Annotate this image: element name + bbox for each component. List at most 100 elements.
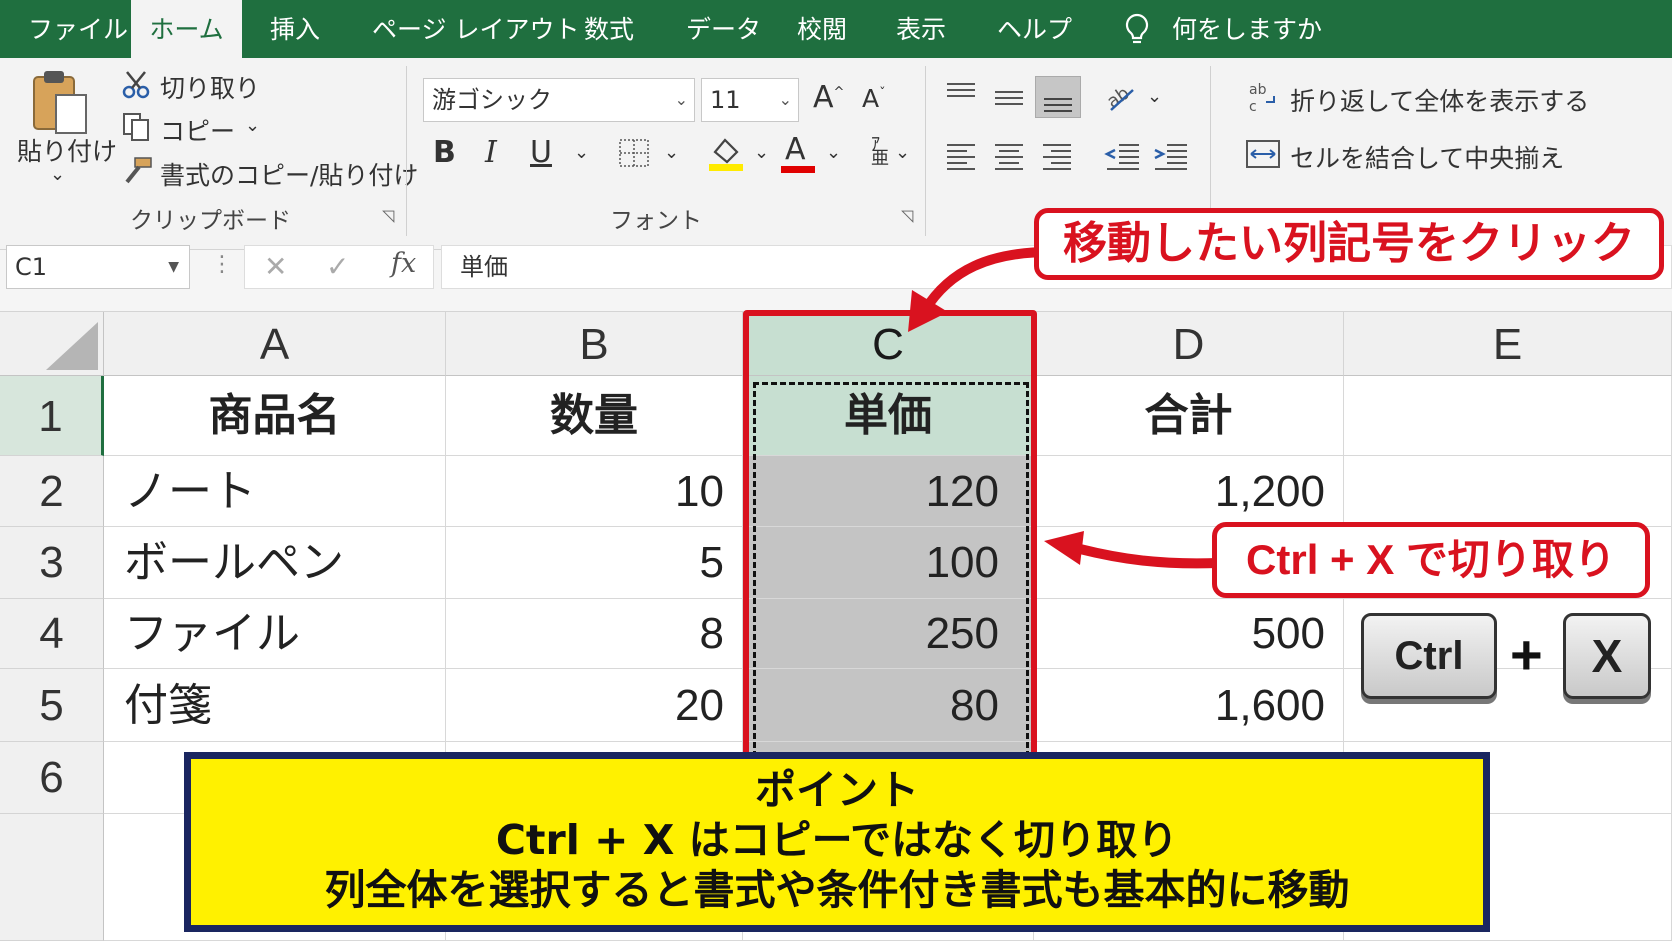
tab-view[interactable]: 表示 [896,0,946,58]
italic-icon[interactable]: I [485,135,497,170]
cell-b4[interactable]: 8 [446,599,743,669]
increase-indent-icon[interactable] [1151,142,1189,172]
font-name-value: 游ゴシック [432,86,552,114]
cut-button[interactable]: 切り取り [160,69,260,105]
cell-b5[interactable]: 20 [446,669,743,742]
column-header-a[interactable]: A [104,312,446,376]
tab-help[interactable]: ヘルプ [997,0,1072,58]
borders-icon[interactable] [618,138,650,168]
underline-dropdown-icon[interactable]: ⌄ [574,142,589,163]
row-header-4[interactable]: 4 [0,599,104,669]
copy-dropdown-chevron-icon[interactable]: ⌄ [245,115,260,136]
select-all-triangle-icon [46,322,98,370]
align-bottom-icon [1044,98,1072,112]
font-launcher-icon[interactable]: ◹ [901,206,913,225]
wrap-text-button[interactable]: 折り返して全体を表示する [1290,82,1589,118]
chevron-down-icon: ⌄ [778,90,792,109]
name-box[interactable]: C1 ▼ [6,245,190,289]
arrow-to-selection-icon [1044,531,1220,569]
align-top-icon[interactable] [943,82,979,106]
tab-page-layout[interactable]: ページ レイアウト [372,0,579,58]
underline-icon[interactable]: U [530,135,552,170]
decrease-indent-icon[interactable] [1103,142,1141,172]
group-divider [925,66,926,236]
cancel-icon[interactable]: ✕ [264,250,287,283]
cell-d2[interactable]: 1,200 [1034,456,1344,527]
column-header-e[interactable]: E [1344,312,1672,376]
row-header-6[interactable]: 6 [0,742,104,814]
fill-color-icon[interactable] [707,134,745,172]
cell-a3[interactable]: ボールペン [104,527,446,599]
cell-a1[interactable]: 商品名 [104,376,446,456]
borders-dropdown-icon[interactable]: ⌄ [664,142,679,163]
orientation-dropdown-icon[interactable]: ⌄ [1147,86,1162,107]
tab-home[interactable]: ホーム [131,0,242,58]
row-header-5[interactable]: 5 [0,669,104,742]
row-header-7[interactable] [0,814,104,941]
tab-insert[interactable]: 挿入 [270,0,320,58]
select-all-corner[interactable] [0,312,104,376]
point-note-box: ポイント Ctrl + X はコピーではなく切り取り 列全体を選択すると書式や条… [184,752,1490,932]
orientation-icon[interactable]: ab [1103,80,1139,114]
paste-dropdown-chevron-icon[interactable]: ⌄ [50,164,65,185]
align-bottom-button[interactable] [1035,76,1081,118]
row-header-1[interactable]: 1 [0,376,104,456]
formula-content: 単価 [460,253,508,281]
decrease-font-size-icon[interactable]: Aˇ [862,84,886,113]
font-color-dropdown-icon[interactable]: ⌄ [826,142,841,163]
svg-text:c: c [1249,99,1257,114]
increase-font-size-icon[interactable]: A^ [813,80,844,115]
align-left-icon[interactable] [943,142,979,172]
font-size-combobox[interactable]: 11 ⌄ [701,78,799,122]
row-header-3[interactable]: 3 [0,527,104,599]
more-options-icon[interactable]: ⋮ [211,252,233,277]
phonetic-guide-icon[interactable]: ｱ亜 [871,136,889,168]
insert-function-fx-icon[interactable]: fx [391,248,416,279]
cell-b2[interactable]: 10 [446,456,743,527]
clipboard-launcher-icon[interactable]: ◹ [382,206,394,225]
tell-me-search[interactable]: 何をしますか [1172,0,1322,58]
cell-b1[interactable]: 数量 [446,376,743,456]
enter-check-icon[interactable]: ✓ [326,250,349,283]
cell-a5[interactable]: 付箋 [104,669,446,742]
tab-file[interactable]: ファイル [28,0,128,58]
copy-button[interactable]: コピー [160,112,235,148]
cell-e2[interactable] [1344,456,1672,527]
format-painter-button[interactable]: 書式のコピー/貼り付け [160,156,418,192]
row-header-2[interactable]: 2 [0,456,104,527]
callout-click-column: 移動したい列記号をクリック [1034,208,1664,280]
tab-formulas[interactable]: 数式 [584,0,634,58]
ribbon-tab-bar: ファイル ホーム 挿入 ページ レイアウト 数式 データ 校閲 表示 ヘルプ 何… [0,0,1672,58]
phonetic-dropdown-icon[interactable]: ⌄ [895,142,910,163]
font-color-icon[interactable]: A [785,132,806,167]
chevron-down-icon: ▼ [168,259,179,275]
column-header-b[interactable]: B [446,312,743,376]
wrap-text-icon: ab c [1249,82,1275,114]
merge-center-button[interactable]: セルを結合して中央揃え [1290,139,1564,175]
x-key-icon: X [1563,613,1651,699]
tab-review[interactable]: 校閲 [797,0,847,58]
align-middle-icon[interactable] [991,88,1027,112]
cell-e1[interactable] [1344,376,1672,456]
cell-a4[interactable]: ファイル [104,599,446,669]
paste-icon[interactable] [30,67,92,137]
tab-data[interactable]: データ [686,0,761,58]
paste-button[interactable]: 貼り付け [17,132,117,168]
bold-icon[interactable]: B [433,135,456,170]
column-header-d[interactable]: D [1034,312,1344,376]
cell-a2[interactable]: ノート [104,456,446,527]
font-name-combobox[interactable]: 游ゴシック ⌄ [423,78,695,122]
align-center-icon[interactable] [991,142,1027,172]
align-right-icon[interactable] [1039,142,1075,172]
cell-d4[interactable]: 500 [1034,599,1344,669]
format-painter-icon [125,157,152,184]
cell-b3[interactable]: 5 [446,527,743,599]
cell-d1[interactable]: 合計 [1034,376,1344,456]
font-color-swatch [781,166,815,173]
cell-d5[interactable]: 1,600 [1034,669,1344,742]
merge-dropdown-icon[interactable]: ⌄ [1545,142,1560,163]
point-line-2: 列全体を選択すると書式や条件付き書式も基本的に移動 [324,866,1350,914]
fill-color-dropdown-icon[interactable]: ⌄ [754,142,769,163]
cut-marching-ants [753,382,1029,757]
font-group-label: フォント [610,208,702,234]
